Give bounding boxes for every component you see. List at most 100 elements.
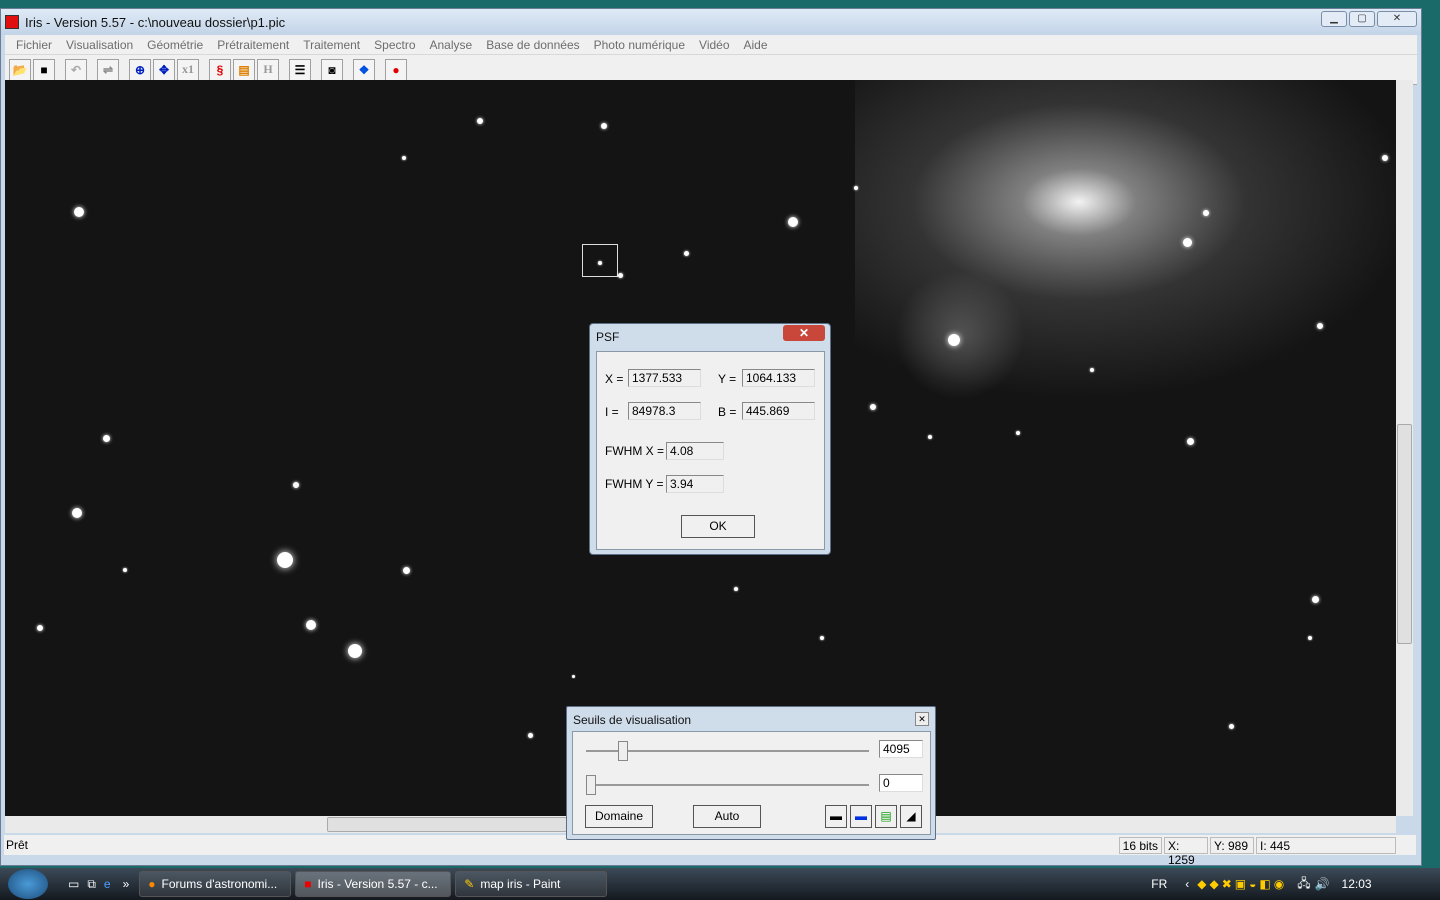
menu-spectro[interactable]: Spectro bbox=[367, 38, 422, 52]
low-threshold-slider[interactable] bbox=[586, 775, 869, 795]
psf-close-button[interactable]: ✕ bbox=[783, 325, 825, 341]
star bbox=[734, 587, 738, 591]
minimize-button[interactable]: ▁ bbox=[1321, 11, 1347, 27]
low-slider-thumb[interactable] bbox=[586, 775, 596, 795]
star bbox=[1016, 431, 1020, 435]
save-icon[interactable]: ■ bbox=[33, 58, 55, 81]
language-indicator[interactable]: FR bbox=[1151, 877, 1167, 891]
task-firefox[interactable]: ● Forums d'astronomi... bbox=[139, 871, 292, 897]
star bbox=[788, 217, 798, 227]
star bbox=[348, 644, 362, 658]
seuils-close-button[interactable]: ✕ bbox=[915, 712, 929, 726]
undo-icon[interactable]: ↶ bbox=[65, 58, 87, 81]
threshold-icon[interactable]: ⇌ bbox=[97, 58, 119, 81]
star bbox=[402, 566, 410, 574]
window-title: Iris - Version 5.57 - c:\nouveau dossier… bbox=[25, 14, 286, 30]
star bbox=[1182, 237, 1192, 247]
iris-icon: ■ bbox=[304, 877, 312, 891]
star bbox=[854, 186, 858, 190]
menu-video[interactable]: Vidéo bbox=[692, 38, 736, 52]
high-threshold-slider[interactable] bbox=[586, 741, 869, 761]
y-field[interactable]: 1064.133 bbox=[742, 369, 815, 387]
status-ready: Prêt bbox=[6, 838, 29, 852]
star bbox=[293, 482, 299, 488]
i-label: I = bbox=[605, 405, 619, 419]
zoom-1x-button[interactable]: x1 bbox=[177, 58, 199, 81]
b-field[interactable]: 445.869 bbox=[742, 402, 815, 420]
internet-explorer-icon[interactable]: e bbox=[104, 877, 111, 891]
chevron-icon[interactable]: » bbox=[123, 877, 130, 891]
x-field[interactable]: 1377.533 bbox=[628, 369, 701, 387]
star bbox=[598, 261, 602, 265]
firefox-icon: ● bbox=[148, 877, 156, 891]
low-threshold-field[interactable]: 0 bbox=[879, 774, 923, 792]
star bbox=[306, 620, 316, 630]
window-switch-icon[interactable]: ⧉ bbox=[87, 877, 96, 892]
star bbox=[1228, 723, 1234, 729]
star bbox=[820, 636, 824, 640]
histogram-button[interactable]: H bbox=[257, 58, 279, 81]
camera-icon[interactable]: ◙ bbox=[321, 58, 343, 81]
menu-visualisation[interactable]: Visualisation bbox=[59, 38, 140, 52]
fwhm-x-field[interactable]: 4.08 bbox=[666, 442, 724, 460]
zoom-in-icon[interactable]: ⊕ bbox=[129, 58, 151, 81]
star bbox=[1311, 595, 1319, 603]
menu-photo-numerique[interactable]: Photo numérique bbox=[587, 38, 692, 52]
tray-icons[interactable]: ◆◆✖▣◒◧◉ bbox=[1197, 877, 1287, 891]
star bbox=[601, 123, 607, 129]
show-desktop-icon[interactable]: ▭ bbox=[68, 877, 79, 891]
status-bits: 16 bits bbox=[1118, 836, 1162, 854]
i-field[interactable]: 84978.3 bbox=[628, 402, 701, 420]
nebula-small bbox=[895, 270, 1025, 400]
app-icon bbox=[5, 15, 19, 29]
gradient-palette-icon[interactable]: ◢ bbox=[900, 805, 922, 828]
open-folder-icon[interactable]: 📂 bbox=[9, 58, 31, 81]
star bbox=[870, 404, 876, 410]
auto-button[interactable]: Auto bbox=[693, 805, 761, 828]
close-button[interactable]: ✕ bbox=[1377, 11, 1417, 27]
menu-traitement[interactable]: Traitement bbox=[296, 38, 367, 52]
palette-icon[interactable]: ▤ bbox=[233, 58, 255, 81]
psf-dialog: PSF ✕ X = 1377.533 Y = 1064.133 I = 8497… bbox=[589, 323, 831, 555]
blue-diamond-icon[interactable]: ❖ bbox=[353, 58, 375, 81]
list-icon[interactable]: ☰ bbox=[289, 58, 311, 81]
rgb-palette-icon[interactable]: ▤ bbox=[875, 805, 897, 828]
red-record-icon[interactable]: ● bbox=[385, 58, 407, 81]
star bbox=[37, 625, 43, 631]
menu-fichier[interactable]: Fichier bbox=[9, 38, 59, 52]
star bbox=[123, 568, 127, 572]
star bbox=[74, 207, 84, 217]
status-i: I: 445 bbox=[1256, 836, 1396, 854]
paint-icon: ✎ bbox=[464, 877, 475, 891]
b-label: B = bbox=[718, 405, 737, 419]
black-palette-icon[interactable]: ▬ bbox=[825, 805, 847, 828]
task-iris[interactable]: ■ Iris - Version 5.57 - c... bbox=[295, 871, 452, 897]
high-threshold-field[interactable]: 4095 bbox=[879, 740, 923, 758]
task-paint[interactable]: ✎ map iris - Paint bbox=[455, 871, 608, 897]
domaine-button[interactable]: Domaine bbox=[585, 805, 653, 828]
menu-pretraitement[interactable]: Prétraitement bbox=[210, 38, 296, 52]
fwhm-x-label: FWHM X = bbox=[605, 444, 664, 458]
zoom-out-icon[interactable]: ✥ bbox=[153, 58, 175, 81]
network-icon[interactable]: 🖧 bbox=[1297, 874, 1310, 895]
star bbox=[72, 508, 82, 518]
red-spiral-icon[interactable]: § bbox=[209, 58, 231, 81]
menu-analyse[interactable]: Analyse bbox=[423, 38, 480, 52]
taskbar: ▭ ⧉ e » ● Forums d'astronomi... ■ Iris - V… bbox=[0, 868, 1440, 900]
star bbox=[477, 118, 483, 124]
maximize-button[interactable]: ▢ bbox=[1349, 11, 1375, 27]
ok-button[interactable]: OK bbox=[681, 515, 755, 538]
vertical-scroll-thumb[interactable] bbox=[1397, 424, 1412, 644]
star bbox=[617, 272, 623, 278]
menu-base-de-donnees[interactable]: Base de données bbox=[479, 38, 586, 52]
volume-icon[interactable]: 🔊 bbox=[1315, 877, 1330, 891]
tray-expand-icon[interactable]: ‹ bbox=[1185, 877, 1189, 891]
menu-aide[interactable]: Aide bbox=[737, 38, 775, 52]
high-slider-thumb[interactable] bbox=[618, 741, 628, 761]
fwhm-y-field[interactable]: 3.94 bbox=[666, 475, 724, 493]
horizontal-scroll-thumb[interactable] bbox=[327, 817, 567, 832]
blue-yellow-palette-icon[interactable]: ▬ bbox=[850, 805, 872, 828]
menu-geometrie[interactable]: Géométrie bbox=[140, 38, 210, 52]
vertical-scrollbar[interactable] bbox=[1396, 80, 1413, 816]
start-button[interactable] bbox=[8, 869, 48, 899]
